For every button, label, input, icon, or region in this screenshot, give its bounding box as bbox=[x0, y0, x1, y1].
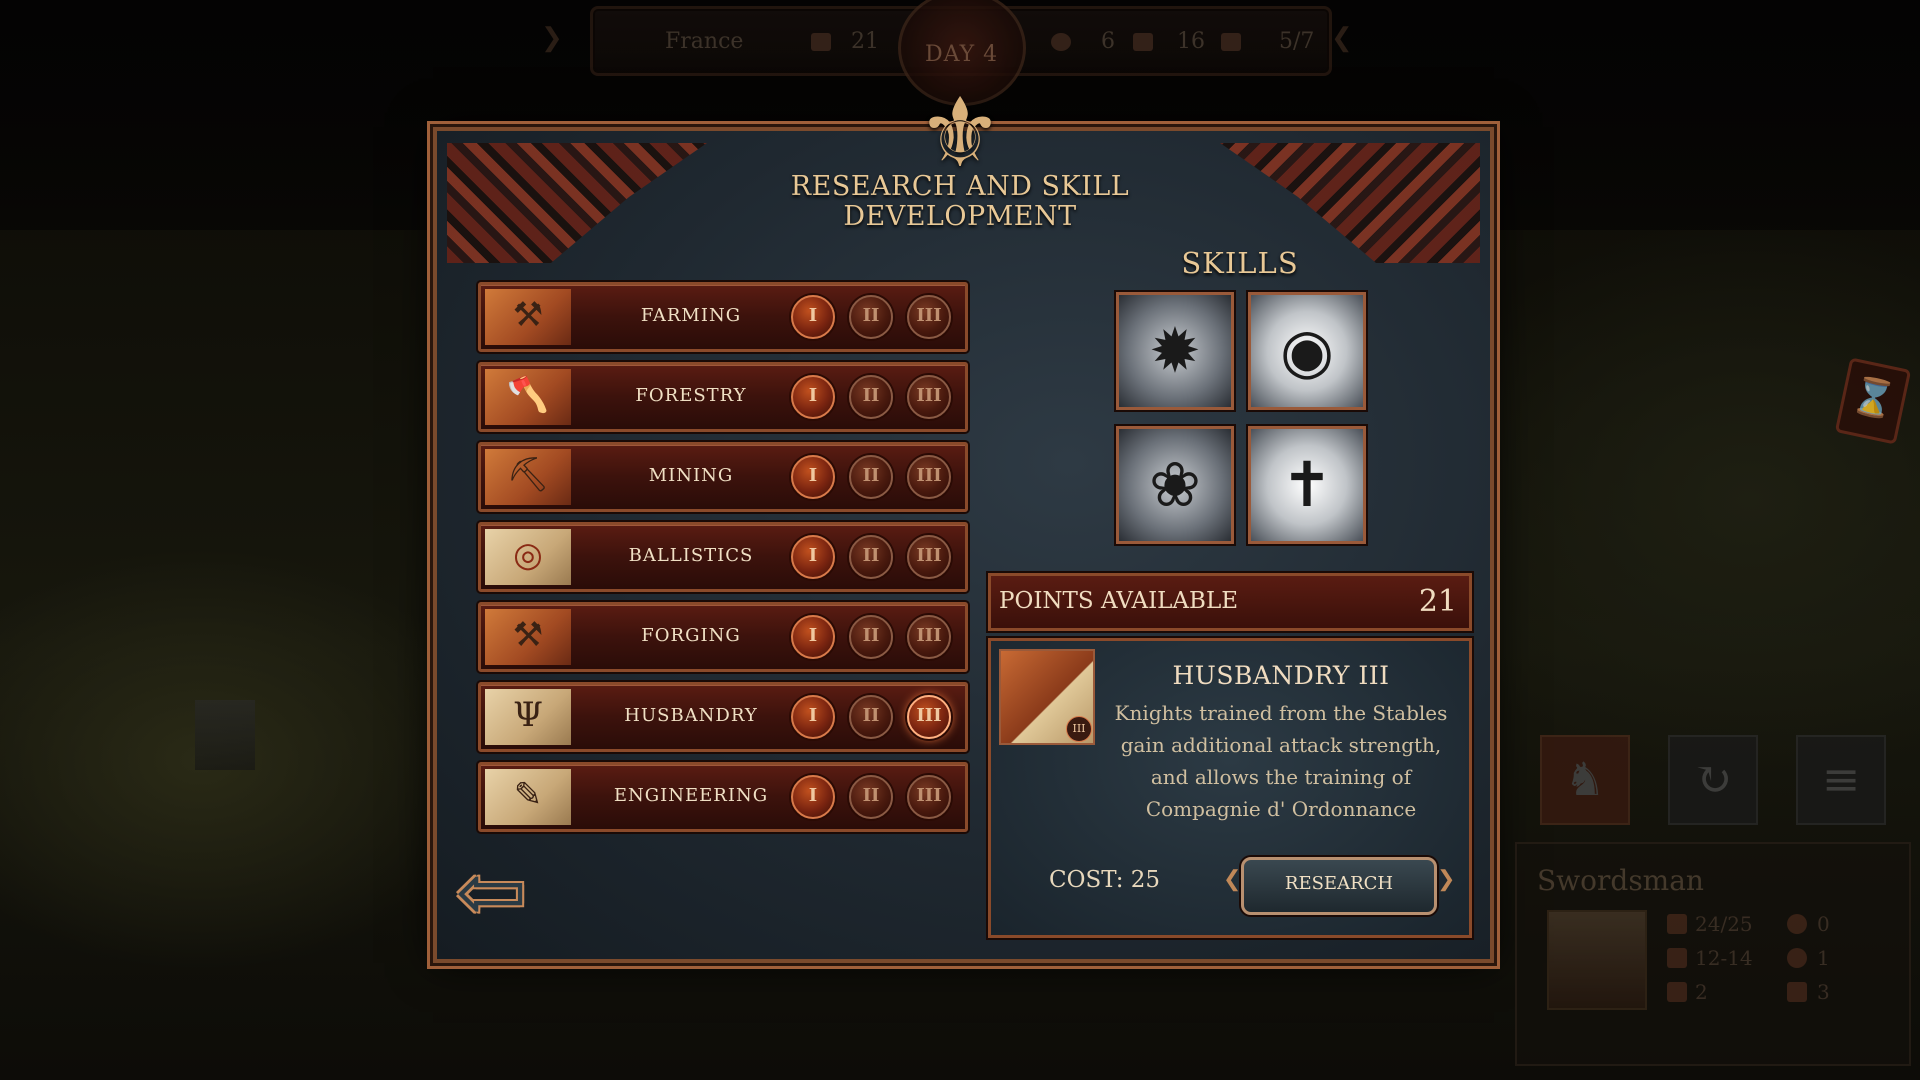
level-3-button[interactable]: III bbox=[907, 295, 951, 339]
food-icon bbox=[1051, 33, 1071, 51]
gold-value: 21 bbox=[851, 29, 879, 54]
research-row-mining[interactable]: ⛏ MINING I II III bbox=[478, 442, 968, 512]
level-3-button[interactable]: III bbox=[907, 455, 951, 499]
research-label: ENGINEERING bbox=[613, 785, 769, 806]
research-row-engineering[interactable]: ✎ ENGINEERING I II III bbox=[478, 762, 968, 832]
research-label: FARMING bbox=[640, 305, 742, 326]
level-2-button[interactable]: II bbox=[849, 695, 893, 739]
world-unit-sprite[interactable] bbox=[195, 700, 255, 770]
unit-stat-2: 1 bbox=[1817, 946, 1830, 970]
day-counter: DAY 4 bbox=[925, 42, 999, 67]
level-1-button[interactable]: I bbox=[791, 295, 835, 339]
celtic-knot-left bbox=[447, 143, 707, 263]
rose-icon[interactable]: ❀ bbox=[1116, 426, 1234, 544]
button-left-ornament: ❮ bbox=[1223, 867, 1242, 892]
unit-stat-3: 3 bbox=[1817, 980, 1830, 1004]
unit-attack: 12-14 bbox=[1695, 946, 1753, 970]
unit-armor: 2 bbox=[1695, 980, 1708, 1004]
level-1-button[interactable]: I bbox=[791, 455, 835, 499]
food-value: 6 bbox=[1101, 29, 1115, 54]
right-wing-ornament: ❮ bbox=[1331, 23, 1353, 53]
scroll-icon: ✎ bbox=[485, 769, 571, 825]
skills-heading: SKILLS bbox=[1181, 246, 1299, 280]
boot-icon bbox=[1787, 982, 1807, 1002]
level-2-button[interactable]: II bbox=[849, 775, 893, 819]
research-label: FORGING bbox=[641, 625, 741, 646]
health-icon bbox=[1667, 914, 1687, 934]
pickaxe-icon: ⛏ bbox=[485, 449, 571, 505]
wood-value: 16 bbox=[1177, 29, 1205, 54]
research-row-farming[interactable]: ⚒ FARMING I II III bbox=[478, 282, 968, 352]
level-1-button[interactable]: I bbox=[791, 775, 835, 819]
research-row-forging[interactable]: ⚒ FORGING I II III bbox=[478, 602, 968, 672]
unit-kills: 0 bbox=[1817, 912, 1830, 936]
detail-title: HUSBANDRY III bbox=[1172, 661, 1390, 690]
research-row-forestry[interactable]: 🪓 FORESTRY I II III bbox=[478, 362, 968, 432]
axe-icon: 🪓 bbox=[485, 369, 571, 425]
points-label: POINTS AVAILABLE bbox=[999, 588, 1239, 614]
research-cost: COST: 25 bbox=[1049, 867, 1161, 893]
points-available-bar: POINTS AVAILABLE 21 bbox=[988, 573, 1472, 631]
level-badge: III bbox=[1066, 716, 1092, 742]
level-3-button-selected[interactable]: III bbox=[907, 695, 951, 739]
research-label: MINING bbox=[648, 465, 734, 486]
level-2-button[interactable]: II bbox=[849, 615, 893, 659]
chess-knight-icon[interactable]: ♞ bbox=[1540, 735, 1630, 825]
points-value: 21 bbox=[1418, 584, 1457, 619]
pitchfork-icon: Ψ bbox=[485, 689, 571, 745]
sword-icon bbox=[1667, 948, 1687, 968]
back-arrow-icon[interactable]: ⇦ bbox=[455, 850, 535, 936]
plow-icon: ⚒ bbox=[485, 289, 571, 345]
detail-description: Knights trained from the Stables gain ad… bbox=[1114, 701, 1448, 821]
celtic-knot-right bbox=[1220, 143, 1480, 263]
research-label: FORESTRY bbox=[635, 385, 747, 406]
dialog-title: RESEARCH AND SKILL DEVELOPMENT bbox=[790, 171, 1130, 232]
fleur-de-lis-icon: ⚜ bbox=[916, 77, 1004, 189]
eye-icon[interactable]: ◉ bbox=[1248, 292, 1366, 410]
research-button[interactable]: RESEARCH bbox=[1241, 857, 1437, 915]
level-1-button[interactable]: I bbox=[791, 535, 835, 579]
orb-icon bbox=[1787, 948, 1807, 968]
unit-health: 24/25 bbox=[1695, 912, 1753, 936]
hammer-icon: ⚒ bbox=[485, 609, 571, 665]
layers-icon[interactable]: ≡ bbox=[1796, 735, 1886, 825]
level-3-button[interactable]: III bbox=[907, 375, 951, 419]
level-3-button[interactable]: III bbox=[907, 775, 951, 819]
level-3-button[interactable]: III bbox=[907, 615, 951, 659]
research-detail-panel: III HUSBANDRY III Knights trained from t… bbox=[988, 638, 1472, 938]
shield-icon bbox=[1667, 982, 1687, 1002]
wood-icon bbox=[1133, 33, 1153, 51]
research-label: BALLISTICS bbox=[628, 545, 754, 566]
level-1-button[interactable]: I bbox=[791, 615, 835, 659]
research-row-husbandry[interactable]: Ψ HUSBANDRY I II III bbox=[478, 682, 968, 752]
level-2-button[interactable]: II bbox=[849, 295, 893, 339]
level-2-button[interactable]: II bbox=[849, 375, 893, 419]
population-icon bbox=[1221, 33, 1241, 51]
target-icon: ◎ bbox=[485, 529, 571, 585]
research-row-ballistics[interactable]: ◎ BALLISTICS I II III bbox=[478, 522, 968, 592]
nation-name: France bbox=[665, 29, 744, 54]
left-wing-ornament: ❯ bbox=[541, 23, 563, 53]
unit-name: Swordsman bbox=[1537, 864, 1704, 897]
research-label: HUSBANDRY bbox=[624, 705, 758, 726]
level-1-button[interactable]: I bbox=[791, 695, 835, 739]
cycle-arrows-icon[interactable]: ↻ bbox=[1668, 735, 1758, 825]
level-1-button[interactable]: I bbox=[791, 375, 835, 419]
level-2-button[interactable]: II bbox=[849, 535, 893, 579]
unit-info-panel: Swordsman 24/25 12-14 2 0 1 3 bbox=[1515, 842, 1911, 1066]
level-2-button[interactable]: II bbox=[849, 455, 893, 499]
skull-icon bbox=[1787, 914, 1807, 934]
swordsman-portrait[interactable] bbox=[1547, 910, 1647, 1010]
gold-icon bbox=[811, 33, 831, 51]
button-right-ornament: ❯ bbox=[1437, 867, 1456, 892]
eagle-emblem-icon[interactable]: ✹ bbox=[1116, 292, 1234, 410]
population-value: 5/7 bbox=[1279, 29, 1315, 54]
cross-icon[interactable]: ✝ bbox=[1248, 426, 1366, 544]
level-3-button[interactable]: III bbox=[907, 535, 951, 579]
